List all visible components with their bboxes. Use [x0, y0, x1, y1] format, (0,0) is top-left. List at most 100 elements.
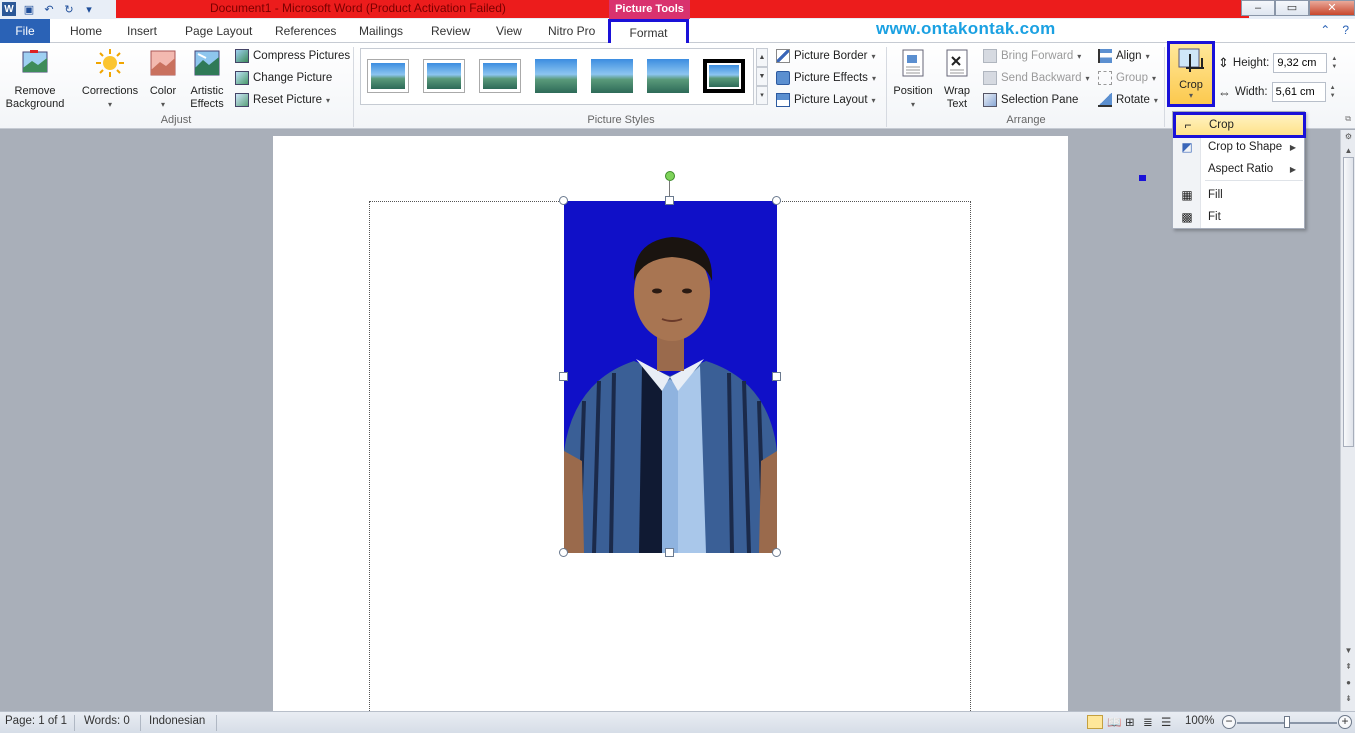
- picture-border-button[interactable]: Picture Border ▾: [776, 47, 876, 65]
- reset-picture-button[interactable]: Reset Picture ▾: [235, 91, 330, 109]
- align-button[interactable]: Align ▾: [1098, 47, 1150, 65]
- gallery-more-icon[interactable]: ▾: [756, 86, 768, 105]
- selection-pane-label: Selection Pane: [1001, 94, 1079, 106]
- picture-style-6[interactable]: [647, 59, 689, 93]
- picture-style-2[interactable]: [423, 59, 465, 93]
- draft-view-icon[interactable]: ☰: [1161, 715, 1171, 729]
- send-backward-button[interactable]: Send Backward ▾: [983, 69, 1090, 87]
- scroll-down-icon[interactable]: ▼: [1341, 644, 1355, 658]
- tab-view[interactable]: View: [496, 19, 522, 43]
- picture-style-7[interactable]: [703, 59, 745, 93]
- close-button[interactable]: ✕: [1309, 0, 1355, 16]
- gallery-down-icon[interactable]: ▼: [756, 67, 768, 86]
- ruler-toggle-icon[interactable]: ⚙: [1341, 130, 1355, 144]
- gallery-scroll: ▲ ▼ ▾: [756, 48, 768, 105]
- remove-background-button[interactable]: Remove Background: [2, 48, 68, 111]
- rotation-handle[interactable]: [665, 171, 675, 181]
- tab-format[interactable]: Format: [608, 19, 689, 46]
- tab-insert[interactable]: Insert: [127, 19, 157, 43]
- tab-references[interactable]: References: [275, 19, 336, 43]
- resize-handle-bottom-right[interactable]: [772, 548, 781, 557]
- zoom-in-button[interactable]: +: [1338, 715, 1352, 729]
- resize-handle-top-left[interactable]: [559, 196, 568, 205]
- gallery-up-icon[interactable]: ▲: [756, 48, 768, 67]
- resize-handle-top-right[interactable]: [772, 196, 781, 205]
- resize-handle-bottom-left[interactable]: [559, 548, 568, 557]
- bring-forward-button[interactable]: Bring Forward ▾: [983, 47, 1081, 65]
- scroll-up-icon[interactable]: ▲: [1341, 144, 1355, 158]
- web-layout-icon[interactable]: ⊞: [1125, 715, 1135, 729]
- vertical-scrollbar[interactable]: ⚙ ▲ ▼ ⇞ ● ⇟: [1340, 130, 1355, 711]
- browse-object-icon[interactable]: ●: [1341, 676, 1355, 690]
- position-button[interactable]: Position ▾: [890, 48, 936, 111]
- bring-forward-label: Bring Forward: [1001, 50, 1074, 62]
- remove-background-icon: [22, 50, 48, 73]
- picture-effects-button[interactable]: Picture Effects ▾: [776, 69, 876, 87]
- customize-qat-icon[interactable]: ▾: [82, 2, 96, 16]
- zoom-slider-knob[interactable]: [1284, 716, 1290, 728]
- resize-handle-top[interactable]: [665, 196, 674, 205]
- zoom-level[interactable]: 100%: [1185, 715, 1214, 727]
- menu-item-crop-to-shape[interactable]: ◩ Crop to Shape ▶: [1175, 136, 1304, 158]
- picture-style-5[interactable]: [591, 59, 633, 93]
- width-input[interactable]: [1271, 82, 1326, 102]
- corrections-button[interactable]: Corrections ▾: [80, 48, 140, 111]
- crop-button[interactable]: Crop ▾: [1167, 41, 1215, 107]
- size-dialog-launcher-icon[interactable]: ⧉: [1345, 114, 1351, 124]
- outline-view-icon[interactable]: ≣: [1143, 715, 1153, 729]
- tab-home[interactable]: Home: [70, 19, 102, 43]
- picture-style-4[interactable]: [535, 59, 577, 93]
- quick-access-toolbar: W ▣ ↶ ↻ ▾: [0, 0, 96, 18]
- color-button[interactable]: Color ▾: [145, 48, 181, 111]
- picture-layout-button[interactable]: Picture Layout ▾: [776, 91, 876, 109]
- scrollbar-thumb[interactable]: [1343, 157, 1354, 447]
- compress-pictures-button[interactable]: Compress Pictures: [235, 47, 350, 65]
- selected-photo[interactable]: [564, 201, 777, 553]
- tab-nitro-pro[interactable]: Nitro Pro: [548, 19, 595, 43]
- next-page-icon[interactable]: ⇟: [1341, 692, 1355, 706]
- menu-item-fill[interactable]: ▦ Fill: [1175, 184, 1304, 206]
- height-spinner[interactable]: ▲ ▼: [1331, 55, 1337, 71]
- print-layout-view-icon[interactable]: [1087, 715, 1103, 729]
- maximize-button[interactable]: ▭: [1275, 0, 1309, 16]
- redo-icon[interactable]: ↻: [62, 2, 76, 16]
- selection-pane-icon: [983, 93, 997, 107]
- undo-icon[interactable]: ↶: [42, 2, 56, 16]
- tab-file[interactable]: File: [0, 19, 50, 43]
- group-separator: [1164, 47, 1165, 127]
- word-logo-icon[interactable]: W: [2, 2, 16, 16]
- menu-item-crop[interactable]: ⌐ Crop: [1173, 112, 1306, 138]
- tab-review[interactable]: Review: [431, 19, 470, 43]
- artistic-effects-button[interactable]: Artistic Effects: [184, 48, 230, 111]
- group-icon: [1098, 71, 1112, 85]
- wrap-text-button[interactable]: Wrap Text: [938, 48, 976, 111]
- tab-mailings[interactable]: Mailings: [359, 19, 403, 43]
- height-input[interactable]: [1273, 53, 1328, 73]
- menu-item-fit[interactable]: ▩ Fit: [1175, 206, 1304, 228]
- previous-page-icon[interactable]: ⇞: [1341, 660, 1355, 674]
- save-icon[interactable]: ▣: [22, 2, 36, 16]
- resize-handle-bottom[interactable]: [665, 548, 674, 557]
- word-count[interactable]: Words: 0: [84, 715, 130, 727]
- send-backward-icon: [983, 71, 997, 85]
- picture-style-3[interactable]: [479, 59, 521, 93]
- rotate-button[interactable]: Rotate ▾: [1098, 91, 1158, 109]
- group-button[interactable]: Group ▾: [1098, 69, 1156, 87]
- full-screen-reading-icon[interactable]: 📖: [1107, 715, 1121, 729]
- help-icon[interactable]: ?: [1342, 23, 1349, 37]
- minimize-ribbon-icon[interactable]: ⌃: [1320, 23, 1330, 37]
- zoom-out-button[interactable]: −: [1222, 715, 1236, 729]
- minimize-button[interactable]: ‒: [1241, 0, 1275, 16]
- resize-handle-left[interactable]: [559, 372, 568, 381]
- picture-style-1[interactable]: [367, 59, 409, 93]
- menu-item-aspect-ratio[interactable]: Aspect Ratio ▶: [1175, 158, 1304, 180]
- selection-pane-button[interactable]: Selection Pane: [983, 91, 1078, 109]
- dropdown-arrow-icon: ▾: [910, 100, 915, 109]
- resize-handle-right[interactable]: [772, 372, 781, 381]
- language[interactable]: Indonesian: [149, 715, 205, 727]
- arrange-group-label: Arrange: [1006, 114, 1046, 126]
- tab-page-layout[interactable]: Page Layout: [185, 19, 252, 43]
- width-spinner[interactable]: ▲ ▼: [1330, 84, 1336, 100]
- change-picture-button[interactable]: Change Picture: [235, 69, 332, 87]
- page-count[interactable]: Page: 1 of 1: [5, 715, 67, 727]
